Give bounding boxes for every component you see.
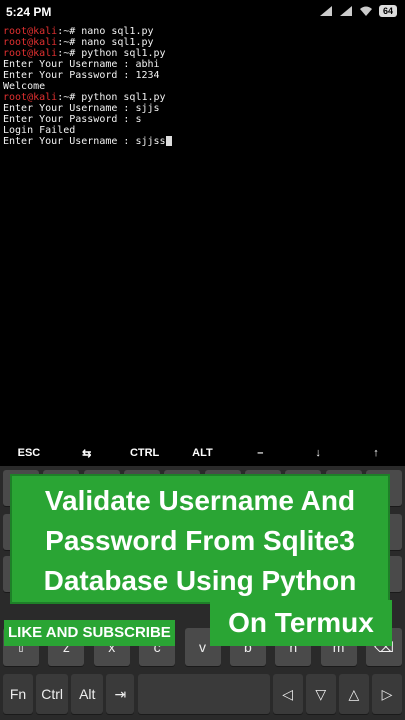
terminal-line: Enter Your Username : sjjs bbox=[3, 103, 402, 114]
extra-key[interactable]: ↑ bbox=[347, 447, 404, 459]
status-icons: 64 bbox=[319, 5, 397, 17]
status-bar: 5:24 PM 64 bbox=[0, 0, 405, 24]
line-text: Welcome bbox=[3, 81, 46, 92]
key-bottom[interactable]: ⇥ bbox=[106, 674, 135, 714]
terminal-line: root@kali:~# nano sql1.py bbox=[3, 37, 402, 48]
terminal-line: root@kali:~# nano sql1.py bbox=[3, 26, 402, 37]
battery-icon: 64 bbox=[378, 5, 397, 17]
line-text: :~# python sql1.py bbox=[57, 92, 166, 103]
line-text: Enter Your Username : sjjs bbox=[3, 103, 160, 114]
extra-key[interactable]: ALT bbox=[174, 447, 231, 459]
key-bottom[interactable]: Alt bbox=[71, 674, 104, 714]
status-time: 5:24 PM bbox=[6, 5, 52, 19]
signal-icon bbox=[319, 6, 332, 16]
terminal-line: Welcome bbox=[3, 81, 402, 92]
line-text: Enter Your Password : 1234 bbox=[3, 70, 160, 81]
line-text: :~# nano sql1.py bbox=[57, 37, 154, 48]
key-bottom[interactable]: △ bbox=[338, 674, 369, 714]
prompt-user: root@kali bbox=[3, 37, 58, 48]
line-text: Enter Your Username : sjjss bbox=[3, 136, 166, 147]
wifi-icon bbox=[359, 6, 372, 16]
banner-on-termux: On Termux bbox=[210, 600, 392, 646]
key-bottom[interactable]: ◁ bbox=[272, 674, 303, 714]
space-key[interactable] bbox=[137, 674, 270, 714]
signal-icon-2 bbox=[339, 6, 352, 16]
extra-key[interactable]: – bbox=[232, 447, 289, 459]
terminal-line: Enter Your Username : abhi bbox=[3, 59, 402, 70]
terminal-output[interactable]: root@kali:~# nano sql1.py root@kali:~# na… bbox=[0, 24, 405, 440]
extra-key[interactable]: ↓ bbox=[290, 447, 347, 459]
key-bottom[interactable]: ▷ bbox=[372, 674, 402, 714]
title-banner: Validate Username And Password From Sqli… bbox=[10, 474, 390, 604]
terminal-line: Enter Your Password : 1234 bbox=[3, 70, 402, 81]
prompt-user: root@kali bbox=[3, 92, 58, 103]
terminal-line: root@kali:~# python sql1.py bbox=[3, 92, 402, 103]
subscribe-label: LIKE AND SUBSCRIBE bbox=[4, 620, 175, 646]
terminal-line: Enter Your Password : s bbox=[3, 114, 402, 125]
banner-line-2: Password From Sqlite3 bbox=[45, 525, 355, 556]
extra-keys-row: ESC ⇆ CTRL ALT – ↓ ↑ bbox=[0, 440, 405, 466]
prompt-user: root@kali bbox=[3, 26, 58, 37]
cursor bbox=[165, 136, 172, 146]
key-bottom[interactable]: ▽ bbox=[305, 674, 336, 714]
prompt-user: root@kali bbox=[3, 48, 58, 59]
banner-line-1: Validate Username And bbox=[44, 485, 356, 516]
key-bottom[interactable]: Fn bbox=[3, 674, 33, 714]
line-text: Enter Your Password : s bbox=[3, 114, 142, 125]
key-bottom[interactable]: Ctrl bbox=[36, 674, 69, 714]
terminal-line: root@kali:~# python sql1.py bbox=[3, 48, 402, 59]
extra-key[interactable]: ESC bbox=[0, 447, 57, 459]
line-text: :~# nano sql1.py bbox=[57, 26, 154, 37]
terminal-line: Login Failed bbox=[3, 125, 402, 136]
extra-key[interactable]: CTRL bbox=[116, 447, 173, 459]
banner-line-3: Database Using Python bbox=[43, 565, 357, 596]
line-text: Login Failed bbox=[3, 125, 76, 136]
line-text: :~# python sql1.py bbox=[57, 48, 166, 59]
line-text: Enter Your Username : abhi bbox=[3, 59, 160, 70]
extra-key[interactable]: ⇆ bbox=[58, 447, 115, 460]
keyboard-bottom-row: Fn Ctrl Alt ⇥ ◁ ▽ △ ▷ bbox=[0, 674, 405, 714]
terminal-line: Enter Your Username : sjjss bbox=[3, 136, 402, 147]
